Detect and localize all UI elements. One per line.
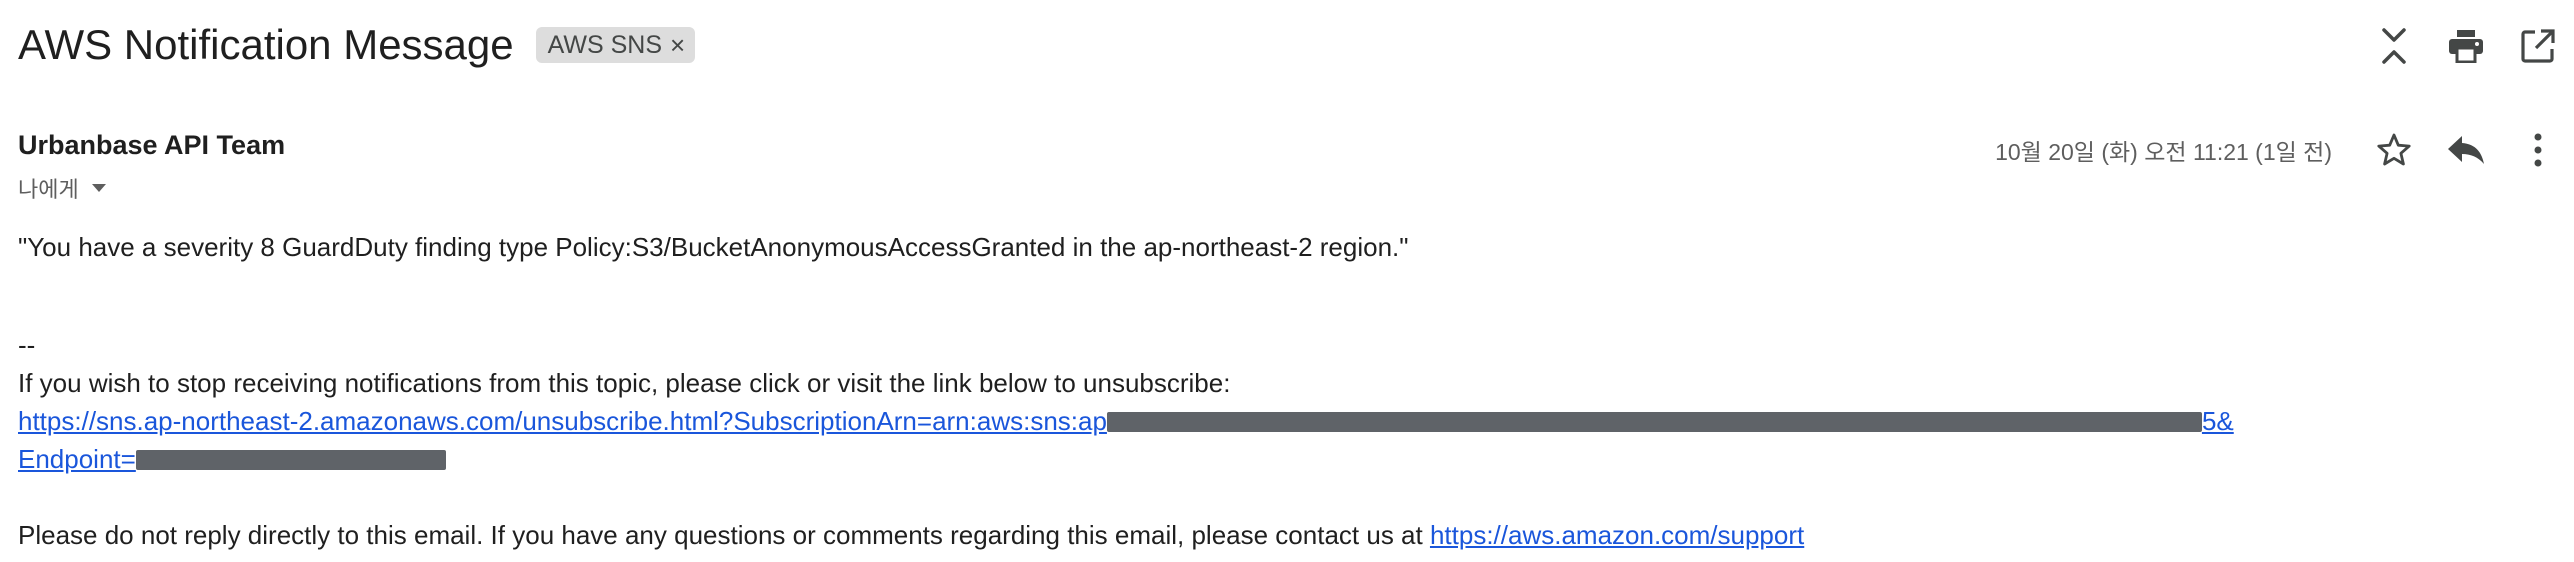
- reply-button[interactable]: [2430, 126, 2502, 174]
- star-button[interactable]: [2358, 126, 2430, 174]
- caret-down-icon: [91, 184, 106, 192]
- label-chip-text: AWS SNS: [547, 30, 663, 59]
- signature-separator: --: [18, 330, 36, 360]
- recipient-details-toggle[interactable]: 나에게: [18, 172, 107, 204]
- footer-notice: Please do not reply directly to this ema…: [18, 520, 1805, 550]
- open-in-new-window-icon: [2521, 29, 2555, 63]
- unsubscribe-intro: If you wish to stop receiving notificati…: [18, 368, 1231, 398]
- thread-actions: [2358, 22, 2574, 70]
- redacted-email: [135, 450, 446, 470]
- reply-icon: [2448, 136, 2484, 164]
- unsubscribe-link[interactable]: https://sns.ap-northeast-2.amazonaws.com…: [18, 406, 2234, 436]
- endpoint-link[interactable]: Endpoint=: [18, 444, 446, 474]
- endpoint-line: Endpoint=: [18, 440, 2518, 478]
- message-meta: 10월 20일 (화) 오전 11:21 (1일 전): [1995, 126, 2574, 174]
- label-chip[interactable]: AWS SNS ×: [535, 27, 696, 63]
- more-options-button[interactable]: [2502, 126, 2574, 174]
- star-icon: [2377, 133, 2411, 166]
- unsubscribe-link-line: https://sns.ap-northeast-2.amazonaws.com…: [18, 402, 2518, 440]
- open-in-new-window-button[interactable]: [2502, 22, 2574, 70]
- print-icon: [2449, 30, 2483, 63]
- finding-message: "You have a severity 8 GuardDuty finding…: [18, 232, 1409, 262]
- email-subject: AWS Notification Message: [18, 21, 514, 68]
- support-link[interactable]: https://aws.amazon.com/support: [1430, 520, 1804, 550]
- message-body: "You have a severity 8 GuardDuty finding…: [18, 228, 2518, 554]
- expand-collapse-button[interactable]: [2358, 22, 2430, 70]
- redacted-arn: [1106, 412, 2202, 432]
- subject-row: AWS Notification Message AWS SNS ×: [18, 14, 696, 76]
- expand-collapse-icon: [2382, 28, 2406, 64]
- email-view: AWS Notification Message AWS SNS × Urban…: [0, 0, 2574, 562]
- recipient-label: 나에게: [18, 177, 79, 202]
- message-timestamp: 10월 20일 (화) 오전 11:21 (1일 전): [1995, 139, 2332, 165]
- print-button[interactable]: [2430, 22, 2502, 70]
- sender-name[interactable]: Urbanbase API Team: [18, 130, 285, 161]
- remove-label-icon[interactable]: ×: [670, 32, 685, 58]
- more-options-icon: [2534, 133, 2542, 167]
